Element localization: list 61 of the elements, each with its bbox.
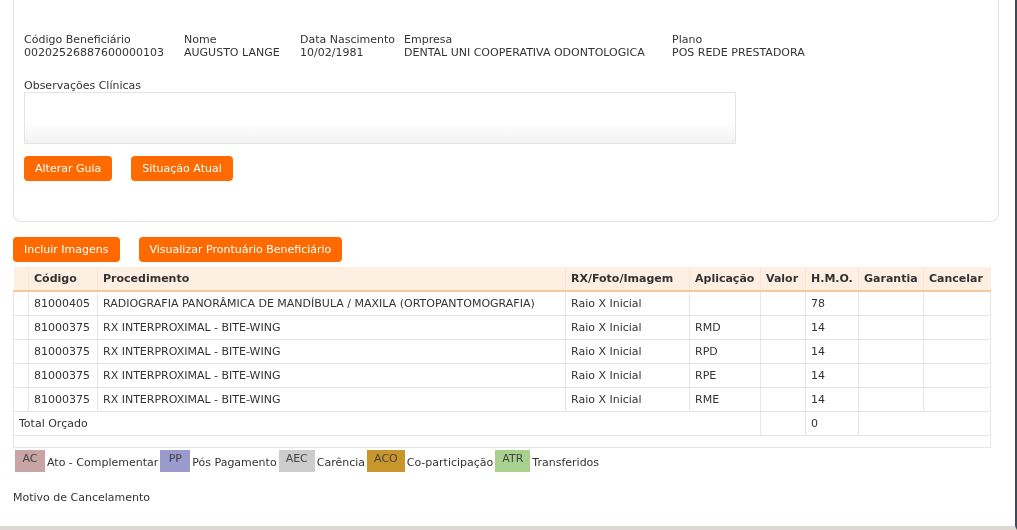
- action-button[interactable]: Incluir Imagens: [13, 237, 120, 262]
- table-cell: RPD: [689, 339, 761, 364]
- table-cell: 14: [805, 387, 859, 412]
- column-header: Cancelar: [923, 267, 991, 291]
- table-cell: 81000375: [28, 315, 98, 340]
- table-cell: 14: [805, 339, 859, 364]
- column-header: Aplicação: [689, 267, 761, 291]
- table-cell: 81000375: [28, 363, 98, 388]
- table-cell: Raio X Inicial: [565, 315, 690, 340]
- table-cell: Raio X Inicial: [565, 339, 690, 364]
- table-cell: 81000405: [28, 291, 98, 316]
- legend-swatch: AEC: [278, 450, 315, 472]
- notes-field[interactable]: [24, 92, 736, 144]
- legend-swatch: ATR: [495, 450, 531, 472]
- field-label: Empresa: [404, 33, 454, 46]
- legend-label: Co-participação: [405, 455, 495, 471]
- table-cell: RX INTERPROXIMAL - BITE-WING: [97, 387, 566, 412]
- table-cell: Raio X Inicial: [565, 291, 690, 316]
- legend-label: Carência: [315, 455, 367, 471]
- table-cell: 14: [805, 315, 859, 340]
- table-cell: RPE: [689, 363, 761, 388]
- field-label: Código Beneficiário: [24, 33, 132, 46]
- field-label: Observações Clínicas: [24, 79, 143, 92]
- legend-label: Pós Pagamento: [191, 455, 278, 471]
- field-value: AUGUSTO LANGE: [184, 46, 281, 59]
- table-cell: 0: [805, 411, 859, 436]
- legend-swatch: PP: [160, 450, 191, 472]
- legend-label: Ato - Complementar: [46, 455, 160, 471]
- table-cell: Raio X Inicial: [565, 363, 690, 388]
- field-label: Data Nascimento: [300, 33, 397, 46]
- action-button[interactable]: Situação Atual: [131, 156, 233, 181]
- field-label: Plano: [672, 33, 704, 46]
- legend-swatch: AC: [15, 450, 45, 472]
- legend-label: Transferidos: [531, 455, 601, 471]
- field-value: DENTAL UNI COOPERATIVA ODONTOLOGICA: [404, 46, 646, 59]
- column-header: H.M.O.: [805, 267, 859, 291]
- total-label: Total Orçado: [13, 411, 761, 436]
- column-header: Garantia: [858, 267, 924, 291]
- field-label: Nome: [184, 33, 218, 46]
- table-cell: 81000375: [28, 339, 98, 364]
- table-cell: RX INTERPROXIMAL - BITE-WING: [97, 339, 566, 364]
- action-button[interactable]: Alterar Guia: [24, 156, 113, 181]
- column-header: Código: [28, 267, 98, 291]
- legend-swatch: ACO: [367, 450, 405, 472]
- table-cell: RADIOGRAFIA PANORÂMICA DE MANDÍBULA / MAXILA (ORTOPANTOMOGRAFIA): [97, 291, 566, 316]
- table-cell: RX INTERPROXIMAL - BITE-WING: [97, 363, 566, 388]
- table-cell: RX INTERPROXIMAL - BITE-WING: [97, 315, 566, 340]
- column-header: Procedimento: [97, 267, 566, 291]
- table-cell: 78: [805, 291, 859, 316]
- table-cell: 81000375: [28, 387, 98, 412]
- field-label: Motivo de Cancelamento: [13, 491, 152, 504]
- field-value: 00202526887600000103: [24, 46, 165, 59]
- column-header: Valor: [760, 267, 806, 291]
- action-button[interactable]: Visualizar Prontuário Beneficiário: [138, 237, 343, 262]
- table-cell: RME: [689, 387, 761, 412]
- table-cell: RMD: [689, 315, 761, 340]
- field-value: 10/02/1981: [300, 46, 365, 59]
- field-value: POS REDE PRESTADORA: [672, 46, 805, 59]
- table-cell: 14: [805, 363, 859, 388]
- table-cell: Raio X Inicial: [565, 387, 690, 412]
- column-header: RX/Foto/Imagem: [565, 267, 690, 291]
